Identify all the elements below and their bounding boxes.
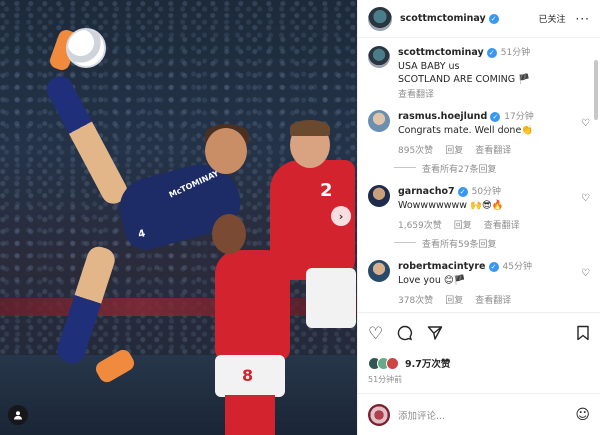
like-heart-icon[interactable]: ♡ [368,326,383,343]
flag-icon: 🏴 [518,74,530,85]
see-translation-link[interactable]: 查看翻译 [398,87,590,100]
chevron-right-icon[interactable]: › [331,206,351,226]
comment-username[interactable]: garnacho7 [398,186,455,197]
verified-badge-icon: ✓ [488,261,499,272]
player-head [205,128,247,174]
verified-badge-icon: ✓ [457,186,468,197]
see-translation-link[interactable]: 查看翻译 [484,218,520,231]
comment-text: Wowwwwwww 🙌😎🔥 [398,200,504,211]
comment: rasmus.hoejlund ✓ 17分钟 Congrats mate. Well… [368,110,590,156]
following-button[interactable]: 已关注 [539,12,566,25]
comment: garnacho7 ✓ 50分钟 Wowwwwwww 🙌😎🔥 1,659次赞 回复 … [368,185,590,231]
see-translation-link[interactable]: 查看翻译 [475,143,511,156]
player-red-shirt [215,250,290,360]
avatar [368,403,390,426]
player-head [212,214,246,254]
comment-username[interactable]: rasmus.hoejlund [398,111,487,122]
heart-icon[interactable]: ♡ [581,118,590,129]
comment-username[interactable]: robertmacintyre [398,261,486,272]
jersey-number: 4 [137,228,147,241]
see-translation-link[interactable]: 查看翻译 [475,293,511,306]
reply-button[interactable]: 回复 [454,218,472,231]
comment-list: scottmctominay ✓ 51分钟 USA BABY us SCOTLAND… [358,38,600,312]
post-header: scottmctominay ✓ 已关注 ··· [358,0,600,38]
comment-likes[interactable]: 895次赞 [398,143,433,156]
comment-likes[interactable]: 378次赞 [398,293,433,306]
more-horizontal-icon[interactable]: ··· [576,12,590,26]
jersey-number: 8 [242,366,254,385]
football [66,28,106,68]
author-username[interactable]: scottmctominay [400,13,486,24]
post-actions: ♡ [358,312,600,356]
avatar[interactable] [368,260,390,282]
avatar[interactable] [368,185,390,207]
heart-icon[interactable]: ♡ [581,268,590,279]
liker-avatars[interactable] [368,356,399,370]
advertising-boards [0,298,357,316]
jersey-number: 2 [320,180,333,201]
comment-time: 45分钟 [502,262,532,272]
verified-badge-icon: ✓ [490,111,501,122]
caption-time: 51分钟 [500,48,531,58]
pitch [0,355,357,435]
comment: robertmacintyre ✓ 45分钟 Love you 😊🏴 378次赞 回… [368,260,590,306]
emoji-icon[interactable]: ☺ [575,407,590,423]
comment-time: 50分钟 [471,187,502,197]
avatar[interactable] [368,6,392,31]
post-photo[interactable]: McTOMINAY 4 2 8 › [0,0,357,435]
likes-summary: 9.7万次赞 [358,356,600,370]
comment-text: Love you 😊🏴 [398,275,466,286]
instagram-post-view: McTOMINAY 4 2 8 › scottmctominay ✓ 已关注 ·… [0,0,600,435]
comment-icon[interactable] [397,325,413,344]
avatar[interactable] [368,110,390,132]
user-tag-icon[interactable] [8,405,28,425]
heart-icon[interactable]: ♡ [581,193,590,204]
comment-time: 17分钟 [504,112,534,122]
add-comment-bar: 添加评论... ☺ [358,393,600,435]
jersey-name: McTOMINAY [167,168,221,200]
view-replies-link[interactable]: 查看所有27条回复 [394,162,590,175]
caption: scottmctominay ✓ 51分钟 USA BABY us SCOTLAND… [368,46,590,100]
comment-likes[interactable]: 1,659次赞 [398,218,442,231]
comments-panel: scottmctominay ✓ 已关注 ··· scottmctominay ✓… [357,0,600,435]
post-timestamp: 51分钟前 [368,375,403,384]
reply-button[interactable]: 回复 [445,143,463,156]
verified-badge-icon: ✓ [488,13,499,24]
caption-text: SCOTLAND ARE COMING 🏴 [398,74,530,85]
caption-text: USA BABY us [398,61,460,72]
reply-button[interactable]: 回复 [445,293,463,306]
likes-count[interactable]: 9.7万次赞 [405,356,450,370]
player-hair [290,120,330,136]
comment-text: Congrats mate. Well done👏 [398,125,534,136]
player-shorts [306,268,356,328]
avatar[interactable] [368,46,390,68]
view-replies-link[interactable]: 查看所有59条回复 [394,237,590,250]
add-comment-input[interactable]: 添加评论... [398,408,445,422]
bookmark-icon[interactable] [576,325,590,344]
share-icon[interactable] [427,325,443,344]
caption-username[interactable]: scottmctominay [398,47,484,58]
verified-badge-icon: ✓ [486,47,497,58]
scrollbar[interactable] [594,60,598,120]
player-socks [225,395,275,435]
